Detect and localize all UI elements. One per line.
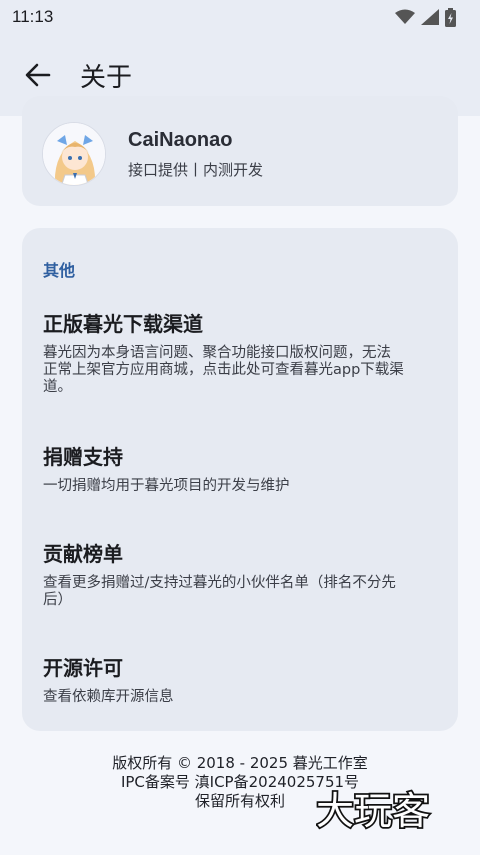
arrow-left-icon — [25, 63, 51, 87]
open-source-license-item[interactable]: 开源许可 查看依赖库开源信息 — [43, 652, 443, 706]
status-bar: 11:13 — [0, 0, 480, 34]
item-title: 贡献榜单 — [43, 542, 123, 566]
item-description: 一切捐赠均用于暮光项目的开发与维护 — [43, 478, 290, 494]
section-header: 其他 — [43, 261, 76, 280]
official-download-item[interactable]: 正版暮光下载渠道 暮光因为本身语言问题、聚合功能接口版权问题，无法 正常上架官方… — [43, 308, 443, 396]
profile-card[interactable]: CaiNaonao 接口提供丨内测开发 — [22, 96, 458, 206]
back-button[interactable] — [18, 55, 58, 95]
wifi-icon — [395, 9, 415, 24]
copyright-text: 版权所有 © 2018 - 2025 暮光工作室 — [112, 754, 368, 772]
status-time: 11:13 — [12, 7, 54, 26]
profile-name: CaiNaonao — [128, 129, 233, 151]
contributors-item[interactable]: 贡献榜单 查看更多捐赠过/支持过暮光的小伙伴名单（排名不分先 后） — [43, 538, 443, 609]
battery-icon — [445, 7, 456, 27]
item-description: 查看依赖库开源信息 — [43, 689, 174, 705]
item-description: 查看更多捐赠过/支持过暮光的小伙伴名单（排名不分先 后） — [43, 575, 396, 608]
page-title: 关于 — [80, 62, 133, 93]
item-title: 开源许可 — [43, 656, 123, 680]
donate-item[interactable]: 捐赠支持 一切捐赠均用于暮光项目的开发与维护 — [43, 441, 443, 495]
avatar-illustration — [43, 123, 105, 185]
item-title: 正版暮光下载渠道 — [43, 312, 203, 336]
item-description: 暮光因为本身语言问题、聚合功能接口版权问题，无法 正常上架官方应用商城，点击此处… — [43, 345, 404, 395]
signal-icon — [421, 9, 439, 25]
status-icons — [395, 7, 456, 27]
other-section-card: 其他 正版暮光下载渠道 暮光因为本身语言问题、聚合功能接口版权问题，无法 正常上… — [22, 228, 458, 731]
watermark-text: 大玩客 — [316, 789, 430, 833]
watermark-logo: 大玩客 — [316, 787, 432, 834]
profile-description: 接口提供丨内测开发 — [128, 161, 264, 179]
item-title: 捐赠支持 — [43, 445, 123, 469]
avatar — [42, 122, 106, 186]
